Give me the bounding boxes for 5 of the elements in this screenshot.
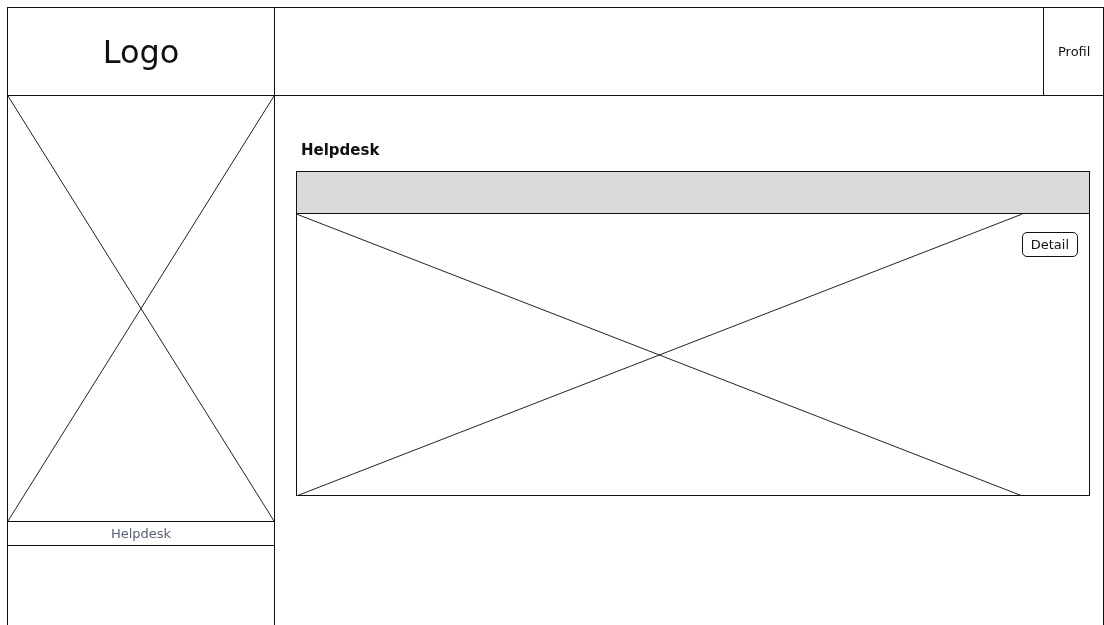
detail-button[interactable]: Detail: [1021, 232, 1078, 257]
page-title: Helpdesk: [301, 141, 381, 159]
sidebar-item[interactable]: Helpdesk: [8, 521, 274, 546]
logo: Logo: [102, 32, 180, 71]
profile-link[interactable]: Profil: [1043, 8, 1103, 95]
